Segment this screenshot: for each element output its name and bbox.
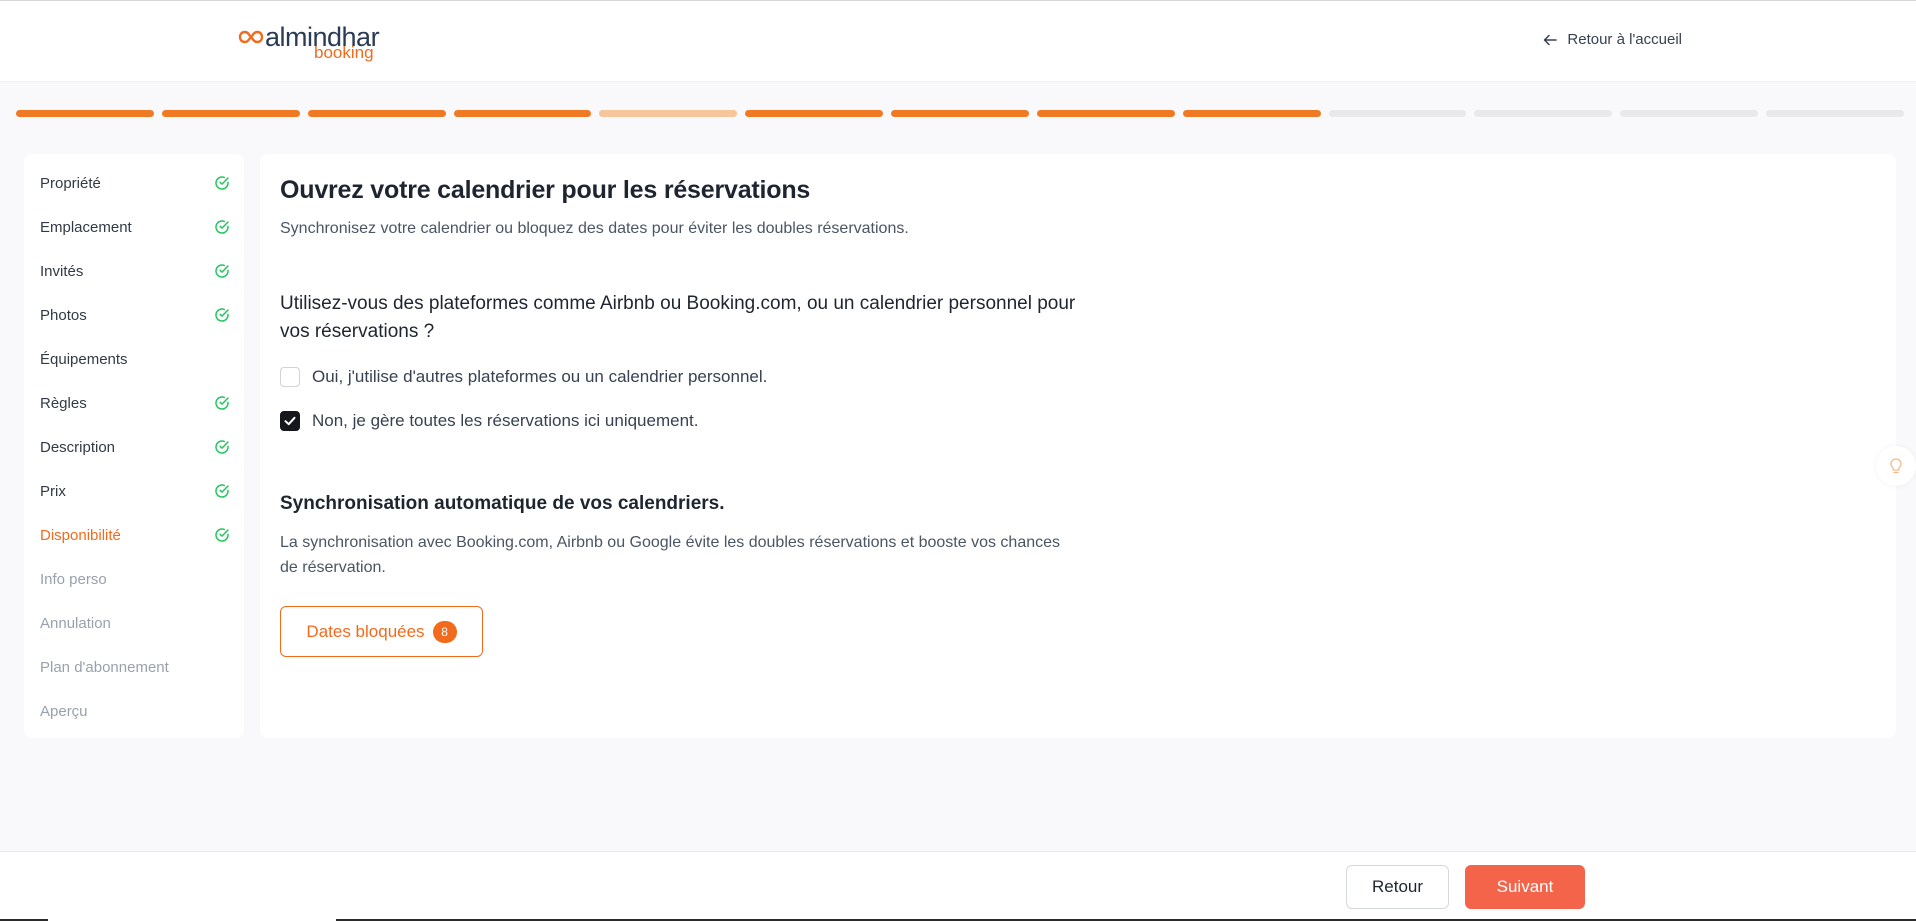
sidebar-item-annulation[interactable]: Annulation <box>40 608 230 638</box>
tips-button[interactable] <box>1876 446 1916 486</box>
footer-bar: Retour Suivant <box>0 851 1916 921</box>
option-other-platforms[interactable]: Oui, j'utilise d'autres plateformes ou u… <box>280 367 767 387</box>
check-circle-icon <box>215 220 229 234</box>
sidebar-item-emplacement[interactable]: Emplacement <box>40 212 230 242</box>
progress-segment <box>1766 110 1904 117</box>
check-circle-icon <box>215 176 229 190</box>
checkbox-other-platforms[interactable] <box>280 367 300 387</box>
progress-segment <box>1328 110 1467 117</box>
check-circle-icon <box>215 528 229 542</box>
checkbox-only-here[interactable] <box>280 411 300 431</box>
sidebar-item-disponibilite[interactable]: Disponibilité <box>40 520 230 550</box>
logo-sub-text: booking <box>314 43 374 62</box>
progress-segment <box>1620 110 1759 117</box>
sync-description: La synchronisation avec Booking.com, Air… <box>280 534 1061 576</box>
sidebar-item-photos[interactable]: Photos <box>40 300 230 330</box>
sidebar-item-label: Équipements <box>40 350 128 368</box>
back-button[interactable]: Retour <box>1346 865 1449 909</box>
sidebar-item-label: Disponibilité <box>40 526 121 544</box>
sidebar-item-equipements[interactable]: Équipements <box>40 344 230 374</box>
sidebar-item-propriete[interactable]: Propriété <box>40 168 230 198</box>
sidebar-item-apercu[interactable]: Aperçu <box>40 696 230 726</box>
sidebar-item-label: Plan d'abonnement <box>40 658 169 676</box>
progress-segment <box>599 110 738 117</box>
back-home-label: Retour à l'accueil <box>1567 31 1682 48</box>
sidebar-item-info-perso[interactable]: Info perso <box>40 564 230 594</box>
sidebar-item-prix[interactable]: Prix <box>40 476 230 506</box>
blocked-dates-count-badge: 8 <box>432 620 457 643</box>
check-circle-icon <box>215 308 229 322</box>
next-button[interactable]: Suivant <box>1465 865 1585 909</box>
sidebar-item-label: Aperçu <box>40 702 88 720</box>
check-circle-icon <box>215 484 229 498</box>
check-circle-icon <box>215 264 229 278</box>
progress-segment <box>16 110 154 117</box>
page-title: Ouvrez votre calendrier pour les réserva… <box>280 176 811 204</box>
top-header: almindhar booking Retour à l'accueil <box>0 0 1916 82</box>
option-label: Non, je gère toutes les réservations ici… <box>312 411 699 430</box>
step-progress-bar <box>16 110 1904 118</box>
main-card: Ouvrez votre calendrier pour les réserva… <box>260 154 1896 738</box>
blocked-dates-label: Dates bloquées <box>306 621 425 641</box>
progress-segment <box>745 110 884 117</box>
checkmark-icon <box>284 416 296 426</box>
progress-segment <box>161 110 300 117</box>
lightbulb-icon <box>1890 458 1902 474</box>
sidebar-item-label: Info perso <box>40 570 107 588</box>
sidebar-item-label: Règles <box>40 394 87 412</box>
progress-segment <box>453 110 592 117</box>
logo[interactable]: almindhar booking <box>238 21 398 62</box>
sidebar-item-label: Emplacement <box>40 218 132 236</box>
sidebar-item-label: Description <box>40 438 116 456</box>
progress-segment <box>1474 110 1613 117</box>
sidebar-item-description[interactable]: Description <box>40 432 230 462</box>
sidebar-item-label: Invités <box>40 262 84 280</box>
sync-title: Synchronisation automatique de vos calen… <box>280 493 725 514</box>
platform-question: Utilisez-vous des plateformes comme Airb… <box>280 293 1076 342</box>
back-home-link[interactable]: Retour à l'accueil <box>1543 31 1682 48</box>
progress-segment <box>307 110 446 117</box>
check-circle-icon <box>215 440 229 454</box>
sidebar-item-regles[interactable]: Règles <box>40 388 230 418</box>
logo-infinity-icon <box>238 30 264 44</box>
option-only-here[interactable]: Non, je gère toutes les réservations ici… <box>280 411 698 431</box>
sidebar-item-label: Prix <box>40 482 66 500</box>
progress-segment <box>891 110 1029 117</box>
page-subtitle: Synchronisez votre calendrier ou bloquez… <box>280 220 909 237</box>
sidebar-item-label: Photos <box>40 306 87 324</box>
arrow-left-icon <box>1544 34 1558 45</box>
progress-segment <box>1036 110 1175 117</box>
blocked-dates-button[interactable]: Dates bloquées 8 <box>280 606 483 657</box>
steps-sidebar: Propriété Emplacement Invités Photos Équipem… <box>24 154 244 738</box>
progress-segment <box>1182 110 1321 117</box>
sidebar-item-label: Propriété <box>40 174 101 192</box>
sidebar-item-plan-d-abonnement[interactable]: Plan d'abonnement <box>40 652 230 682</box>
option-label: Oui, j'utilise d'autres plateformes ou u… <box>312 367 768 386</box>
check-circle-icon <box>215 396 229 410</box>
sidebar-item-label: Annulation <box>40 614 111 632</box>
sidebar-item-invites[interactable]: Invités <box>40 256 230 286</box>
